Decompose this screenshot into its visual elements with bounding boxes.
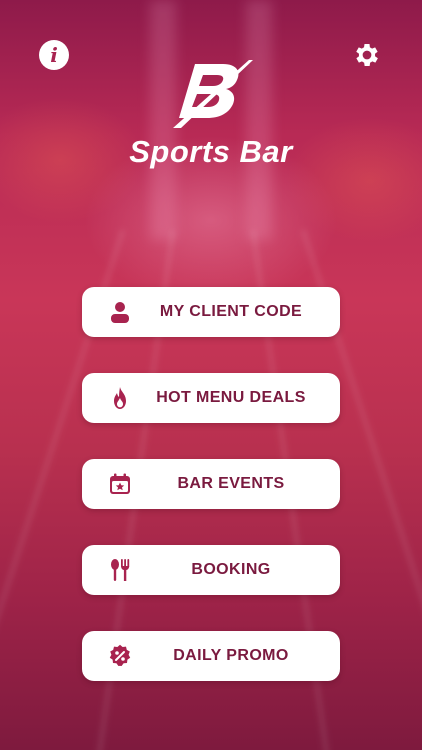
percent-badge-icon (109, 644, 131, 666)
hot-menu-deals-button[interactable]: HOT MENU DEALS (82, 373, 340, 423)
fork-spoon-icon (111, 559, 130, 581)
flame-icon (114, 387, 126, 409)
brand-logo: Sports Bar (0, 58, 422, 170)
bar-events-button[interactable]: BAR EVENTS (82, 459, 340, 509)
brand-name: Sports Bar (129, 134, 293, 169)
calendar-star-icon (110, 473, 130, 494)
app-screen: i Sports Bar MY CLIENT CODE HOT MENU DEA… (0, 0, 422, 750)
brand-logo-icon (173, 60, 253, 128)
booking-button[interactable]: BOOKING (82, 545, 340, 595)
user-icon (111, 302, 129, 323)
main-menu: MY CLIENT CODE HOT MENU DEALS BAR EVENTS (82, 287, 340, 717)
my-client-code-button[interactable]: MY CLIENT CODE (82, 287, 340, 337)
daily-promo-button[interactable]: DAILY PROMO (82, 631, 340, 681)
